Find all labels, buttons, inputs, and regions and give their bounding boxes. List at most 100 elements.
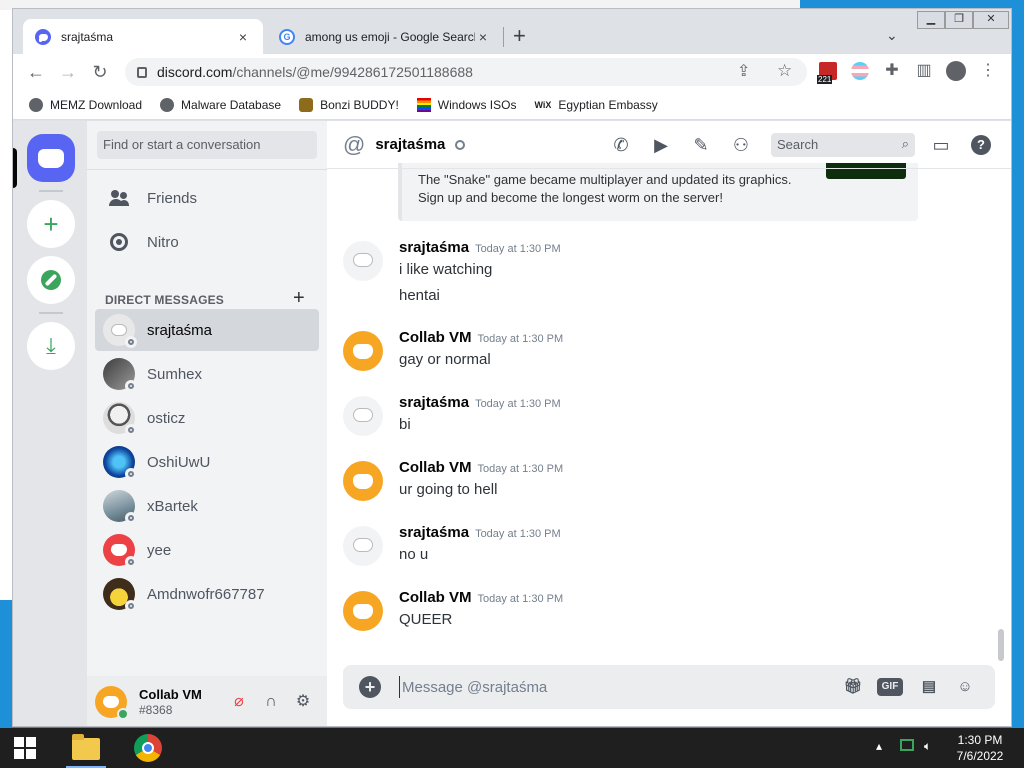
pinned-messages-icon[interactable]: ✎	[689, 133, 713, 157]
dm-name: osticz	[147, 409, 186, 427]
bookmarks-bar: MEMZ Download Malware Database Bonzi BUD…	[13, 90, 1011, 120]
side-panel-icon[interactable]: ▥	[913, 60, 935, 82]
extensions-puzzle-icon[interactable]: ✚	[881, 60, 903, 82]
close-window-button[interactable]: ✕	[973, 11, 1009, 29]
gif-button[interactable]: GIF	[877, 678, 903, 696]
message-author[interactable]: Collab VM Today at 1:30 PM	[399, 329, 563, 346]
gift-icon[interactable]: 🎁︎	[841, 676, 865, 698]
bonzi-icon	[299, 97, 314, 112]
start-windows-icon[interactable]	[14, 737, 36, 759]
forward-arrow-icon[interactable]: →	[57, 61, 79, 83]
avatar[interactable]	[343, 526, 383, 566]
google-favicon-icon: G	[279, 29, 295, 45]
message-input[interactable]	[399, 676, 819, 698]
dm-item-amdnwofr667787[interactable]: Amdnwofr667787	[95, 573, 319, 615]
dm-item-osticz[interactable]: osticz	[95, 397, 319, 439]
add-friends-to-dm-icon[interactable]: ⚇	[729, 133, 753, 157]
address-bar[interactable]: discord.com/channels/@me/994286172501188…	[125, 58, 807, 86]
offline-status-icon	[455, 139, 466, 150]
calendar-extension-icon[interactable]: 221	[817, 60, 839, 84]
bookmark-star-icon[interactable]: ☆	[777, 61, 792, 81]
user-info[interactable]: Collab VM #8368	[139, 687, 202, 717]
chrome-icon[interactable]	[132, 732, 164, 764]
at-sign-icon: @	[343, 131, 366, 157]
message-author[interactable]: Collab VM Today at 1:30 PM	[399, 459, 563, 476]
user-settings-gear-icon[interactable]: ⚙	[291, 690, 315, 714]
direct-messages-home-button[interactable]	[27, 134, 75, 182]
show-hidden-icons-icon[interactable]: ▴	[876, 739, 882, 753]
file-explorer-icon[interactable]	[70, 732, 102, 764]
avatar[interactable]	[343, 591, 383, 631]
tab-close-icon[interactable]: ×	[235, 29, 251, 45]
search-input[interactable]: Search ⌕	[771, 133, 915, 157]
dm-item-oshiuwu[interactable]: OshiUwU	[95, 441, 319, 483]
upload-plus-button[interactable]: +	[359, 676, 381, 698]
emoji-icon[interactable]: ☺	[953, 676, 977, 698]
user-avatar[interactable]	[95, 686, 129, 720]
message-author[interactable]: srajtaśma Today at 1:30 PM	[399, 524, 561, 541]
server-separator	[39, 312, 63, 314]
scroll-thumb[interactable]	[998, 629, 1004, 661]
online-status-icon	[117, 708, 129, 720]
add-server-button[interactable]: +	[27, 200, 75, 248]
bookmark-windows-isos[interactable]: Windows ISOs	[416, 97, 516, 112]
chat-scrollbar[interactable]	[997, 177, 1005, 663]
nitro-nav-item[interactable]: Nitro	[95, 221, 319, 263]
video-call-icon[interactable]: ▶	[649, 133, 673, 157]
dm-name: OshiUwU	[147, 453, 211, 471]
avatar[interactable]	[343, 461, 383, 501]
message-author[interactable]: srajtaśma Today at 1:30 PM	[399, 239, 561, 256]
tab-close-icon[interactable]: ×	[475, 29, 491, 45]
avatar[interactable]	[343, 241, 383, 281]
voice-call-icon[interactable]: ✆	[609, 133, 633, 157]
reload-icon[interactable]: ↻	[89, 61, 111, 83]
download-apps-button[interactable]: ⤓	[27, 322, 75, 370]
share-icon[interactable]: ⇪	[737, 61, 750, 81]
bookmark-egyptian-embassy[interactable]: WiX Egyptian Embassy	[534, 98, 657, 112]
tab-search-chevron-icon[interactable]: ⌄	[886, 27, 898, 44]
bookmark-malware-database[interactable]: Malware Database	[160, 97, 281, 112]
wix-icon: WiX	[534, 99, 552, 110]
minimize-button[interactable]: ▁	[917, 11, 945, 29]
new-tab-button[interactable]: +	[513, 25, 526, 47]
help-icon[interactable]: ?	[969, 133, 993, 157]
dm-item-yee[interactable]: yee	[95, 529, 319, 571]
user-panel: Collab VM #8368 ⌀ ∩ ⚙	[87, 676, 327, 726]
bookmark-bonzi-buddy[interactable]: Bonzi BUDDY!	[299, 97, 399, 112]
find-conversation-input[interactable]: Find or start a conversation	[97, 131, 317, 159]
channel-name: srajtaśma	[375, 136, 446, 153]
headphones-icon[interactable]: ∩	[259, 690, 283, 714]
avatar	[103, 490, 137, 524]
dm-name: Amdnwofr667787	[147, 585, 265, 603]
sticker-icon[interactable]: ▤	[917, 676, 941, 698]
profile-avatar-icon[interactable]	[945, 60, 967, 82]
discord-logo-icon	[38, 148, 64, 168]
network-icon[interactable]	[900, 739, 914, 754]
message-author[interactable]: Collab VM Today at 1:30 PM	[399, 589, 563, 606]
menu-kebab-icon[interactable]: ⋮	[977, 60, 999, 82]
tab-google-search[interactable]: G among us emoji - Google Search ×	[267, 19, 503, 55]
inbox-icon[interactable]: ▭	[929, 133, 953, 157]
maximize-button[interactable]: ❐	[945, 11, 973, 29]
system-clock[interactable]: 1:30 PM 7/6/2022	[940, 732, 1020, 764]
bookmark-memz[interactable]: MEMZ Download	[29, 97, 142, 112]
avatar[interactable]	[343, 396, 383, 436]
message-timestamp: Today at 1:30 PM	[475, 243, 561, 255]
tab-discord[interactable]: srajtaśma ×	[23, 19, 263, 55]
avatar	[103, 446, 137, 480]
dm-item-sumhex[interactable]: Sumhex	[95, 353, 319, 395]
dm-item-srajtasma[interactable]: srajtaśma	[95, 309, 319, 351]
back-arrow-icon[interactable]: ←	[25, 61, 47, 83]
explore-servers-button[interactable]	[27, 256, 75, 304]
avatar[interactable]	[343, 331, 383, 371]
pride-flag-extension-icon[interactable]	[849, 60, 871, 82]
volume-icon[interactable]: 🔈︎	[924, 739, 931, 754]
message-composer: + 🎁︎ GIF ▤ ☺	[343, 665, 995, 709]
mute-microphone-icon[interactable]: ⌀	[227, 690, 251, 714]
message-text: gay or normal	[399, 351, 491, 368]
dm-item-xbartek[interactable]: xBartek	[95, 485, 319, 527]
message-author[interactable]: srajtaśma Today at 1:30 PM	[399, 394, 561, 411]
friends-nav-item[interactable]: Friends	[95, 177, 319, 219]
search-icon: ⌕	[901, 136, 909, 151]
create-dm-button[interactable]: +	[293, 287, 305, 310]
